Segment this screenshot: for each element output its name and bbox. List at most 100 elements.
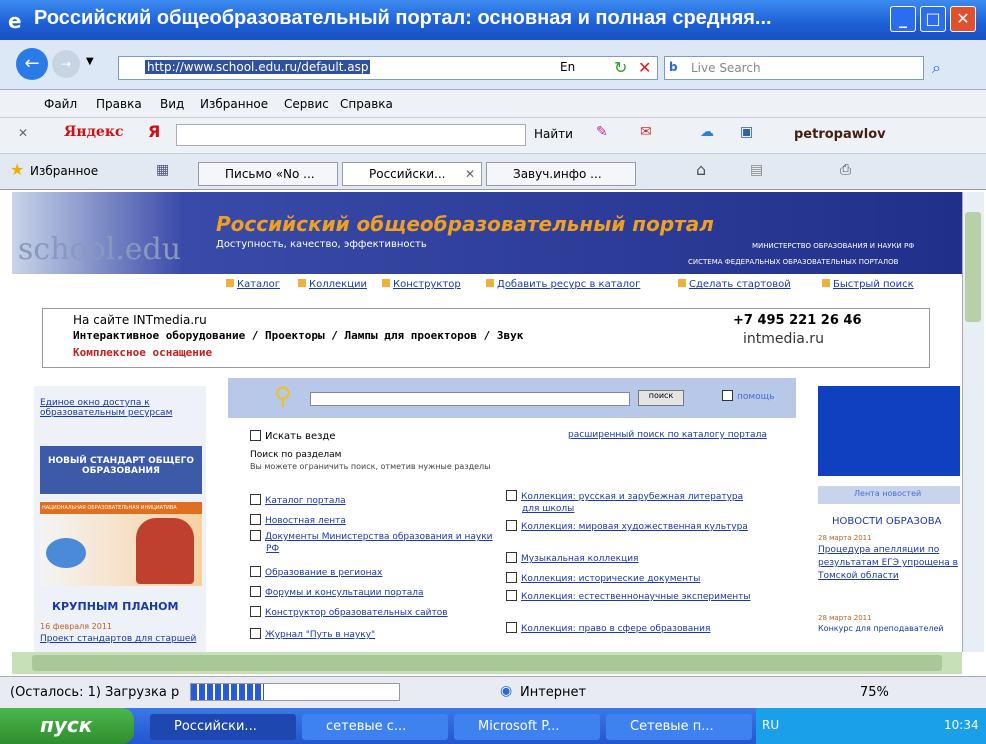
language-indicator-tray[interactable]: RU: [762, 718, 779, 732]
home-icon[interactable]: ⌂: [696, 160, 706, 179]
search-go-icon[interactable]: ⌕: [932, 58, 941, 78]
news-link-1[interactable]: Процедура апелляции по результатам ЕГЭ у…: [818, 544, 958, 583]
new-standard-banner[interactable]: НОВЫЙ СТАНДАРТ ОБЩЕГО ОБРАЗОВАНИЯ: [40, 446, 202, 494]
sections-right: Коллекция: русская и зарубежная литерату…: [506, 490, 776, 650]
taskbar-item-powerpoint[interactable]: Microsoft P...: [454, 714, 600, 740]
initiative-strip-text: НАЦИОНАЛЬНАЯ ОБРАЗОВАТЕЛЬНАЯ ИНИЦИАТИВА: [42, 505, 177, 511]
sections-left: Каталог портала Новостная лента Документ…: [250, 494, 500, 652]
section-regions[interactable]: Образование в регионах: [250, 566, 382, 578]
yandex-find-button[interactable]: Найти: [534, 127, 573, 141]
taskbar-item-portal[interactable]: Российски...: [150, 714, 296, 740]
portal-search-input[interactable]: [310, 392, 630, 406]
vertical-scroll-thumb[interactable]: [965, 212, 981, 322]
taskbar-item-network-folder[interactable]: сетевые с...: [302, 714, 448, 740]
back-button[interactable]: ←: [16, 48, 48, 80]
intmedia-ad[interactable]: На сайте INTmedia.ru Интерактивное обору…: [42, 308, 930, 368]
yandex-user[interactable]: petropawlov: [794, 127, 886, 142]
section-literature[interactable]: Коллекция: русская и зарубежная литерату…: [506, 490, 756, 515]
menu-favorites[interactable]: Избранное: [200, 97, 268, 111]
news-date-1: 28 марта 2011: [818, 534, 872, 542]
top-links: Каталог Коллекции Конструктор Добавить р…: [12, 274, 962, 296]
start-button[interactable]: пуск: [0, 708, 134, 744]
history-dropdown-icon[interactable]: ▼: [86, 56, 94, 67]
advanced-search-link[interactable]: расширенный поиск по каталогу портала: [568, 430, 767, 440]
tab-letter[interactable]: Письмо «No ...: [198, 162, 338, 186]
toolbar-close-icon[interactable]: ✕: [18, 126, 28, 140]
minimize-button[interactable]: _: [890, 6, 916, 32]
close-button[interactable]: ✕: [950, 6, 976, 32]
section-music[interactable]: Музыкальная коллекция: [506, 552, 638, 564]
section-art-culture[interactable]: Коллекция: мировая художественная культу…: [506, 520, 756, 533]
section-news[interactable]: Новостная лента: [250, 514, 346, 526]
ad-line1: На сайте INTmedia.ru: [73, 313, 207, 327]
section-constructor[interactable]: Конструктор образовательных сайтов: [250, 606, 448, 618]
search-submit-button[interactable]: поиск: [638, 390, 684, 406]
yandex-logo[interactable]: Яндекс: [64, 124, 123, 140]
feeds-icon[interactable]: ▤: [750, 162, 763, 178]
weather-icon[interactable]: ☁: [700, 124, 714, 140]
address-bar[interactable]: http://www.school.edu.ru/default.asp: [118, 56, 658, 80]
link-collections[interactable]: Коллекции: [298, 279, 367, 290]
section-history-docs[interactable]: Коллекция: исторические документы: [506, 572, 700, 584]
stop-icon[interactable]: ✕: [638, 58, 651, 77]
menu-edit[interactable]: Правка: [96, 97, 142, 111]
ministry-label: МИНИСТЕРСТВО ОБРАЗОВАНИЯ И НАУКИ РФ: [752, 242, 915, 250]
status-text: (Осталось: 1) Загрузка р: [10, 685, 180, 700]
closeup-heading: КРУПНЫМ ПЛАНОМ: [52, 600, 179, 613]
section-law[interactable]: Коллекция: право в сфере образования: [506, 622, 710, 634]
section-catalog[interactable]: Каталог портала: [250, 494, 346, 506]
student-photo: [136, 518, 194, 584]
school-image[interactable]: [40, 514, 202, 586]
school-logo-icon: [46, 538, 86, 568]
menu-help[interactable]: Справка: [340, 97, 393, 111]
section-journal[interactable]: Журнал "Путь в науку": [250, 628, 375, 640]
maximize-button[interactable]: □: [920, 6, 946, 32]
news-feed-button[interactable]: Лента новостей: [818, 486, 960, 504]
status-bar: (Осталось: 1) Загрузка р ◉ Интернет 75%: [0, 676, 986, 708]
live-search-input[interactable]: b Live Search: [664, 56, 924, 80]
link-add-resource[interactable]: Добавить ресурс в каталог: [486, 279, 640, 290]
menu-view[interactable]: Вид: [160, 97, 184, 111]
link-quick-search[interactable]: Быстрый поиск: [822, 279, 914, 290]
quick-tabs-icon[interactable]: ▦: [156, 162, 169, 178]
screen-icon[interactable]: ▣: [740, 124, 753, 140]
mail-icon[interactable]: ✉: [640, 124, 652, 140]
search-help-link[interactable]: помощь: [722, 390, 774, 402]
menu-bar: [0, 90, 986, 118]
print-icon[interactable]: ⎙: [840, 162, 851, 178]
favorites-button[interactable]: Избранное: [30, 164, 98, 178]
title-bar: e Российский общеобразовательный портал:…: [0, 0, 986, 40]
section-science[interactable]: Коллекция: естественнонаучные эксперимен…: [506, 590, 756, 603]
vertical-scrollbar[interactable]: [962, 192, 984, 652]
closeup-link[interactable]: Проект стандартов для старшей: [40, 634, 196, 644]
horizontal-scrollbar[interactable]: [12, 652, 962, 674]
link-catalog[interactable]: Каталог: [226, 279, 280, 290]
link-constructor[interactable]: Конструктор: [382, 279, 461, 290]
forward-button[interactable]: →: [52, 50, 80, 78]
right-banner-image[interactable]: [818, 386, 960, 476]
menu-file[interactable]: Файл: [44, 97, 77, 111]
taskbar-item-network-places[interactable]: Сетевые п...: [606, 714, 752, 740]
single-window-link[interactable]: Единое окно доступа к образовательным ре…: [40, 398, 200, 418]
news-link-2[interactable]: Конкурс для преподавателей: [818, 624, 944, 633]
marker-icon[interactable]: ✎: [596, 124, 608, 140]
internet-zone-icon: ◉: [500, 683, 513, 699]
ad-line3: Комплексное оснащение: [73, 346, 213, 359]
link-make-start[interactable]: Сделать стартовой: [678, 279, 791, 290]
news-date-2: 28 марта 2011: [818, 614, 872, 622]
search-magnifier-icon: ⚲: [274, 382, 292, 410]
search-everywhere-checkbox[interactable]: Искать везде: [250, 430, 335, 442]
tab-portal[interactable]: Российски... ✕: [342, 162, 482, 186]
tab-zavuch[interactable]: Завуч.инфо ...: [486, 162, 636, 186]
refresh-icon[interactable]: ↻: [614, 58, 627, 77]
menu-tools[interactable]: Сервис: [284, 97, 329, 111]
horizontal-scroll-thumb[interactable]: [32, 655, 942, 671]
yandex-letter-icon[interactable]: Я: [148, 122, 160, 141]
ad-brand-logo: intmedia.ru: [743, 331, 824, 347]
news-heading: НОВОСТИ ОБРАЗОВА: [832, 516, 942, 527]
zoom-level[interactable]: 75%: [860, 685, 889, 700]
section-forums[interactable]: Форумы и консультации портала: [250, 586, 424, 598]
tab-close-icon[interactable]: ✕: [465, 167, 475, 181]
section-ministry-docs[interactable]: Документы Министерства образования и нау…: [250, 530, 494, 555]
yandex-search-input[interactable]: [176, 124, 526, 146]
